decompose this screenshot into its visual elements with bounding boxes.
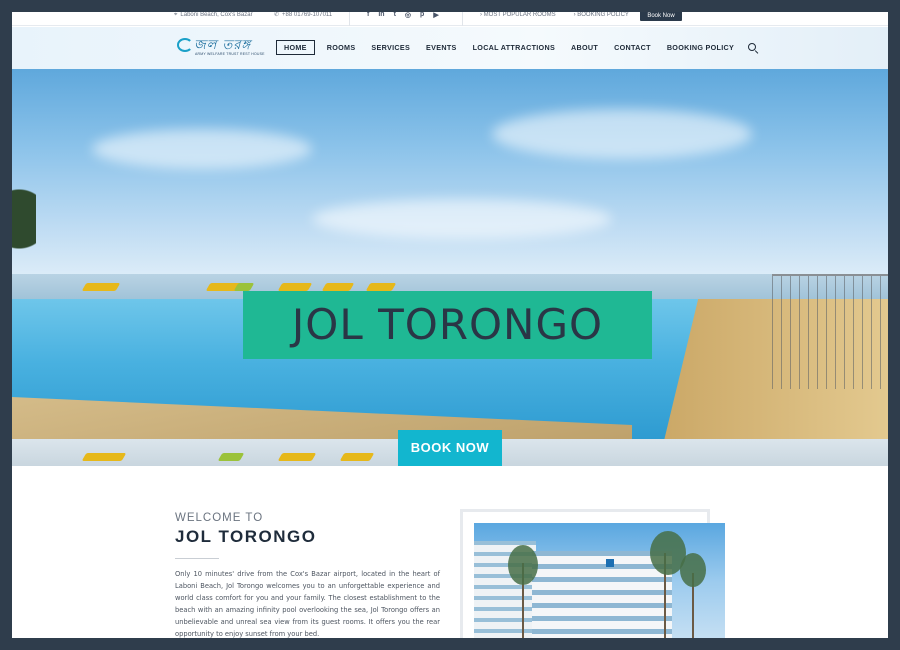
sun-lounger — [81, 453, 127, 461]
main-header: জল তরঙ্গ ARMY WELFARE TRUST REST HOUSE H… — [12, 27, 888, 69]
phone-text[interactable]: +88 01769-107011 — [282, 12, 332, 18]
hero-banner: JOL TORONGO BOOK NOW — [12, 69, 888, 466]
nav-contact[interactable]: CONTACT — [606, 40, 659, 55]
twitter-icon[interactable]: t — [394, 12, 396, 19]
palm-tree — [508, 545, 538, 585]
browser-viewport: ⌖ Laboni Beach, Cox's Bazar ✆ +88 01769-… — [12, 12, 888, 638]
wave-logo-icon — [177, 38, 193, 52]
book-now-small-button[interactable]: Book Now — [640, 12, 682, 21]
book-now-button[interactable]: BOOK NOW — [398, 430, 502, 466]
sun-lounger — [339, 453, 375, 461]
building-main — [532, 551, 672, 638]
top-utility-bar: ⌖ Laboni Beach, Cox's Bazar ✆ +88 01769-… — [12, 12, 888, 26]
cloud — [492, 109, 752, 159]
pinterest-icon[interactable]: p — [420, 12, 424, 19]
instagram-icon[interactable]: ◎ — [405, 12, 411, 19]
site-logo[interactable]: জল তরঙ্গ ARMY WELFARE TRUST REST HOUSE — [177, 36, 265, 58]
sun-lounger — [277, 453, 317, 461]
logo-subtitle: ARMY WELFARE TRUST REST HOUSE — [195, 52, 265, 56]
cloud — [92, 129, 312, 169]
link-most-popular-rooms[interactable]: › MOST POPULAR ROOMS — [480, 12, 556, 18]
nav-local-attractions[interactable]: LOCAL ATTRACTIONS — [465, 40, 563, 55]
sun-lounger — [321, 283, 355, 291]
nav-rooms[interactable]: ROOMS — [319, 40, 364, 55]
nav-events[interactable]: EVENTS — [418, 40, 465, 55]
welcome-title: JOL TORONGO — [175, 527, 317, 546]
glass-railing — [772, 274, 888, 389]
divider — [349, 12, 350, 26]
social-links: f in t ◎ p ▶ — [367, 12, 439, 19]
divider — [462, 12, 463, 26]
hero-title: JOL TORONGO — [291, 300, 604, 349]
nav-home[interactable]: HOME — [276, 40, 315, 55]
palm-tree — [680, 553, 706, 587]
facebook-icon[interactable]: f — [367, 12, 369, 19]
phone-info: ✆ +88 01769-107011 — [274, 12, 332, 18]
phone-icon: ✆ — [274, 12, 280, 18]
tree — [12, 189, 36, 289]
sun-lounger — [365, 283, 397, 291]
hotel-building-photo — [474, 523, 725, 638]
welcome-subtitle: WELCOME TO — [175, 512, 264, 524]
linkedin-icon[interactable]: in — [378, 12, 384, 19]
hero-title-box: JOL TORONGO — [243, 291, 652, 359]
nav-services[interactable]: SERVICES — [363, 40, 418, 55]
main-nav: HOME ROOMS SERVICES EVENTS LOCAL ATTRACT… — [276, 40, 758, 55]
map-pin-icon: ⌖ — [174, 12, 178, 18]
youtube-icon[interactable]: ▶ — [433, 12, 438, 19]
sun-lounger — [81, 283, 121, 291]
link-booking-policy[interactable]: › BOOKING POLICY — [574, 12, 629, 18]
divider — [175, 558, 219, 559]
nav-about[interactable]: ABOUT — [563, 40, 606, 55]
nav-booking-policy[interactable]: BOOKING POLICY — [659, 40, 742, 55]
location-text: Laboni Beach, Cox's Bazar — [180, 12, 253, 18]
location-info: ⌖ Laboni Beach, Cox's Bazar — [174, 12, 253, 26]
search-icon[interactable] — [748, 42, 758, 53]
welcome-paragraph: Only 10 minutes' drive from the Cox's Ba… — [175, 570, 440, 638]
sun-lounger — [277, 283, 313, 291]
hotel-sign — [606, 559, 614, 567]
cloud — [312, 199, 612, 239]
utility-links: › MOST POPULAR ROOMS › BOOKING POLICY — [480, 12, 629, 18]
